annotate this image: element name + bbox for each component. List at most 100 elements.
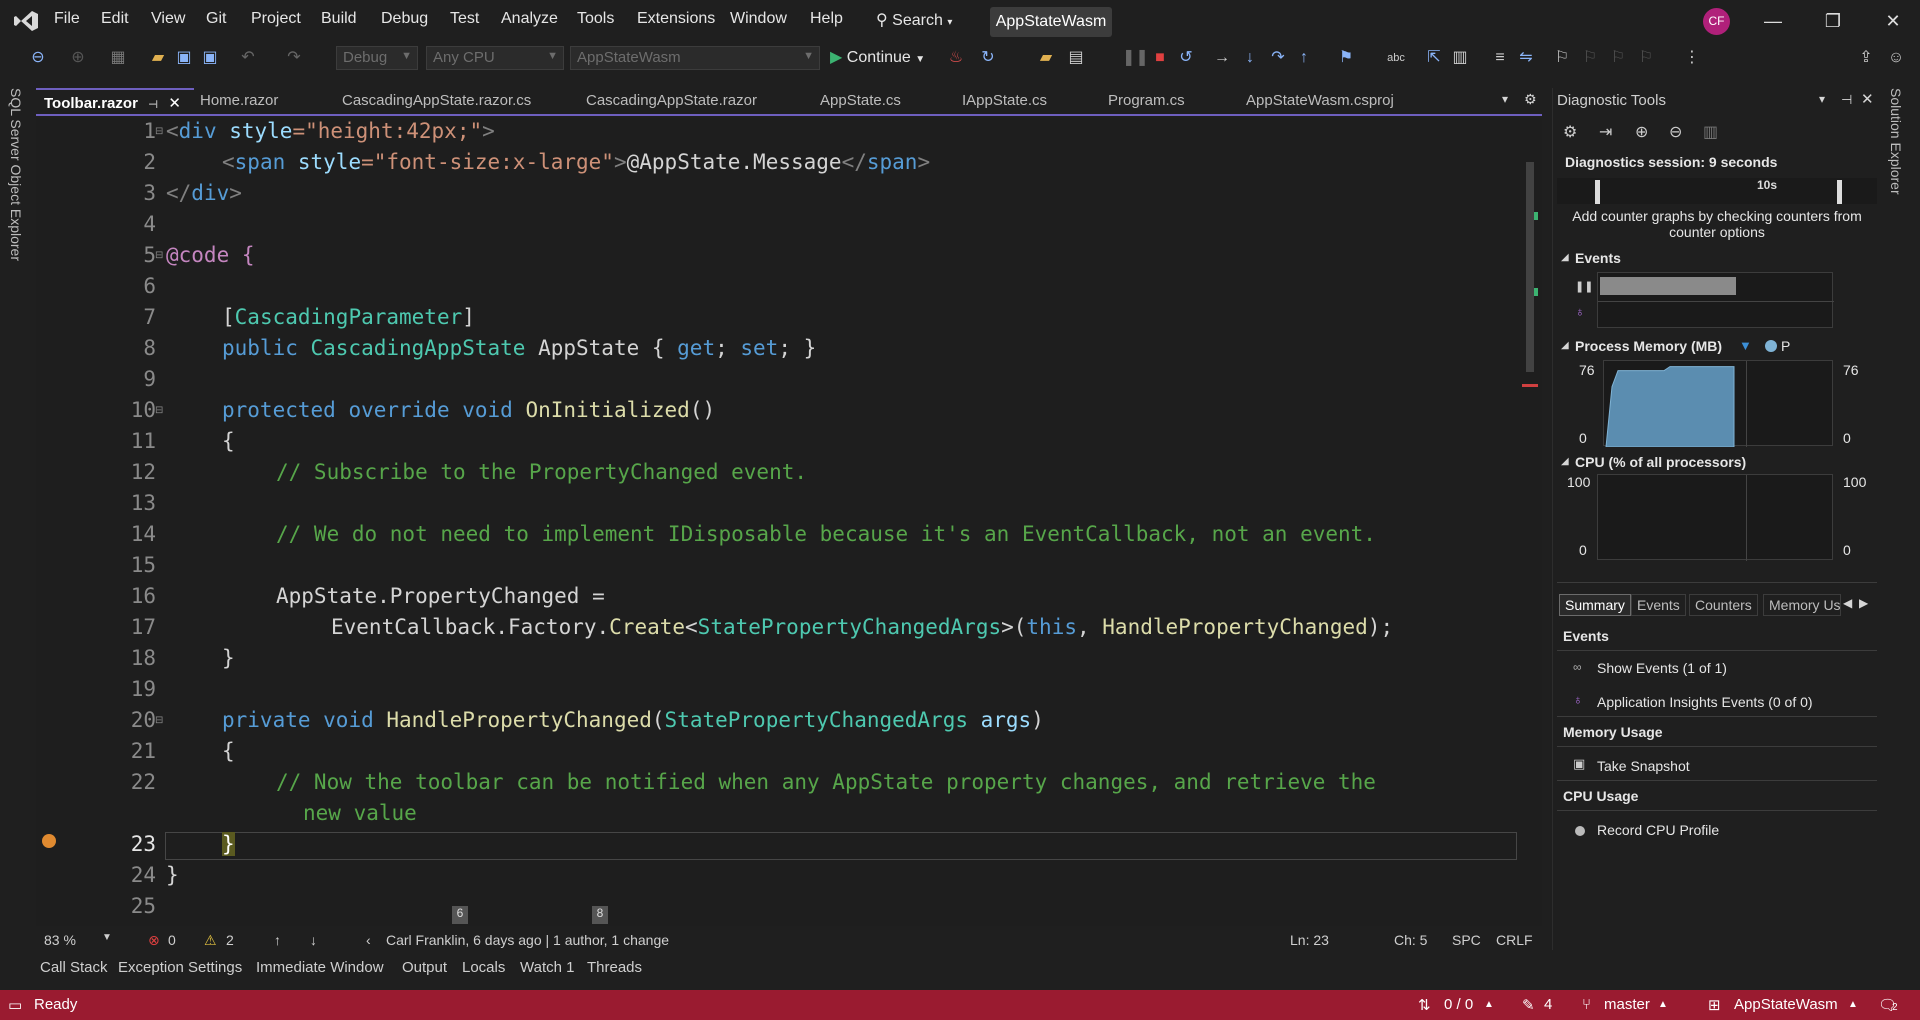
- new-project-icon[interactable]: ▦: [108, 48, 128, 68]
- show-next-statement-icon[interactable]: →: [1212, 48, 1232, 68]
- tab-memory-usage[interactable]: Memory Us: [1763, 594, 1841, 616]
- show-events-link[interactable]: Show Events (1 of 1): [1597, 660, 1727, 676]
- minimize-icon[interactable]: —: [1750, 6, 1796, 36]
- tab-counters[interactable]: Counters: [1689, 594, 1758, 616]
- menu-analyze[interactable]: Analyze: [501, 10, 558, 28]
- take-snapshot-button[interactable]: Take Snapshot: [1597, 758, 1690, 774]
- menu-window[interactable]: Window: [730, 10, 787, 28]
- tab-threads[interactable]: Threads: [587, 959, 642, 976]
- chevron-down-icon[interactable]: ▾: [1819, 92, 1825, 106]
- collapse-icon[interactable]: ⊟: [155, 250, 163, 261]
- hot-reload-icon[interactable]: ♨: [946, 48, 966, 68]
- tab-output[interactable]: Output: [402, 959, 447, 976]
- repository-icon[interactable]: ⊞: [1708, 996, 1721, 1014]
- scrollbar-thumb[interactable]: [1526, 162, 1534, 372]
- menu-file[interactable]: File: [54, 10, 80, 28]
- tab-iappstate-cs[interactable]: IAppState.cs: [954, 88, 1055, 114]
- chevron-left-icon[interactable]: ◀: [1843, 596, 1852, 610]
- previous-issue-icon[interactable]: ↑: [274, 932, 281, 948]
- tab-exception-settings[interactable]: Exception Settings: [118, 959, 242, 976]
- zoom-in-icon[interactable]: ⊕: [1635, 122, 1648, 142]
- layout-icon[interactable]: ▤: [1066, 48, 1086, 68]
- undo-icon[interactable]: ↶: [238, 48, 258, 68]
- menu-debug[interactable]: Debug: [381, 10, 428, 28]
- pin-icon[interactable]: ⊣: [148, 99, 158, 111]
- gear-icon[interactable]: ⚙: [1524, 91, 1537, 108]
- overflow-icon[interactable]: ⋮: [1682, 48, 1702, 68]
- restore-icon[interactable]: ❐: [1810, 6, 1856, 36]
- step-over-icon[interactable]: ↷: [1268, 48, 1288, 68]
- chevron-left-icon[interactable]: ‹: [366, 932, 371, 948]
- pin-icon[interactable]: ⊣: [1841, 92, 1852, 108]
- back-icon[interactable]: ⊖: [28, 48, 48, 68]
- step-out-icon[interactable]: ↑: [1294, 48, 1314, 68]
- bookmark-icon[interactable]: ⚐: [1552, 48, 1572, 68]
- editor-scrollbar[interactable]: [1522, 122, 1538, 922]
- chevron-down-icon[interactable]: ▼: [102, 932, 112, 943]
- branch-icon[interactable]: ⑂: [1582, 996, 1591, 1013]
- bookmark-prev-icon[interactable]: ⚐: [1580, 48, 1600, 68]
- menu-build[interactable]: Build: [321, 10, 357, 28]
- collapse-icon[interactable]: ⊟: [155, 715, 163, 726]
- tab-watch-1[interactable]: Watch 1: [520, 959, 574, 976]
- save-all-icon[interactable]: ▣: [200, 48, 220, 68]
- current-statement-marker-icon[interactable]: [42, 834, 56, 848]
- indent-icon[interactable]: ≡: [1490, 48, 1510, 68]
- sql-server-object-explorer-tab[interactable]: SQL Server Object Explorer: [8, 88, 24, 261]
- tab-home-razor[interactable]: Home.razor: [192, 88, 286, 114]
- notification-count[interactable]: 2: [1892, 1002, 1898, 1013]
- chart-icon[interactable]: ▥: [1703, 122, 1718, 142]
- startup-project-dropdown[interactable]: AppStateWasm ▼: [570, 46, 820, 70]
- stop-icon[interactable]: ■: [1150, 48, 1170, 68]
- menu-extensions[interactable]: Extensions: [637, 10, 715, 28]
- event-bar[interactable]: [1600, 277, 1736, 295]
- tab-program-cs[interactable]: Program.cs: [1100, 88, 1193, 114]
- solution-explorer-tab[interactable]: Solution Explorer: [1888, 88, 1904, 195]
- next-issue-icon[interactable]: ↓: [310, 932, 317, 948]
- timeline-ruler[interactable]: 10s: [1557, 178, 1877, 204]
- refresh-icon[interactable]: ↻: [978, 48, 998, 68]
- memory-section-title[interactable]: Process Memory (MB): [1575, 338, 1722, 354]
- collapse-icon[interactable]: ◢: [1561, 340, 1569, 351]
- open-folder-icon[interactable]: ▰: [148, 48, 168, 68]
- record-cpu-profile-button[interactable]: Record CPU Profile: [1597, 822, 1719, 838]
- warning-count[interactable]: 2: [226, 932, 234, 948]
- tab-cascadingappstate-razor-cs[interactable]: CascadingAppState.razor.cs: [334, 88, 539, 114]
- chevron-right-icon[interactable]: ▶: [1859, 596, 1868, 610]
- events-section-title[interactable]: Events: [1575, 250, 1621, 266]
- pause-icon[interactable]: ❚❚: [1575, 280, 1593, 293]
- menu-test[interactable]: Test: [450, 10, 479, 28]
- close-icon[interactable]: ✕: [1861, 90, 1874, 108]
- output-window-icon[interactable]: ▭: [8, 996, 22, 1014]
- collapse-icon[interactable]: ◢: [1561, 252, 1569, 263]
- tab-appstate-cs[interactable]: AppState.cs: [812, 88, 909, 114]
- timeline-end-handle[interactable]: [1837, 180, 1842, 204]
- cpu-graph[interactable]: [1597, 474, 1833, 561]
- codelens-author[interactable]: Carl Franklin, 6 days ago | 1 author, 1 …: [386, 932, 669, 948]
- tab-cascadingappstate-razor[interactable]: CascadingAppState.razor: [578, 88, 765, 114]
- configuration-dropdown[interactable]: Debug ▼: [336, 46, 418, 70]
- restart-icon[interactable]: ↺: [1176, 48, 1196, 68]
- menu-project[interactable]: Project: [251, 10, 301, 28]
- sync-icon[interactable]: ⇅: [1418, 996, 1431, 1014]
- events-track[interactable]: [1597, 272, 1834, 328]
- insights-events-link[interactable]: Application Insights Events (0 of 0): [1597, 694, 1813, 710]
- pause-icon[interactable]: ❚❚: [1122, 48, 1149, 68]
- whitespace-mode[interactable]: SPC: [1452, 932, 1481, 948]
- step-into-icon[interactable]: ↓: [1240, 48, 1260, 68]
- sync-status[interactable]: 0 / 0: [1444, 996, 1473, 1013]
- search-button[interactable]: ⚲ Search ▾: [876, 6, 970, 34]
- avatar[interactable]: CF: [1703, 8, 1730, 35]
- line-ending[interactable]: CRLF: [1496, 932, 1533, 948]
- redo-icon[interactable]: ↷: [284, 48, 304, 68]
- timeline-start-handle[interactable]: [1595, 180, 1600, 204]
- zoom-out-icon[interactable]: ⊖: [1669, 122, 1682, 142]
- pencil-icon[interactable]: ✎: [1522, 996, 1535, 1014]
- gear-icon[interactable]: ⚙: [1563, 122, 1577, 142]
- tab-call-stack[interactable]: Call Stack: [40, 959, 108, 976]
- tab-toolbar-razor[interactable]: Toolbar.razor ⊣ ✕: [36, 88, 194, 114]
- warning-icon[interactable]: ⚠: [204, 932, 217, 949]
- spell-check-icon[interactable]: abc: [1386, 48, 1406, 68]
- filter-icon[interactable]: ⚑: [1336, 48, 1356, 68]
- bookmark-clear-icon[interactable]: ⚐: [1636, 48, 1656, 68]
